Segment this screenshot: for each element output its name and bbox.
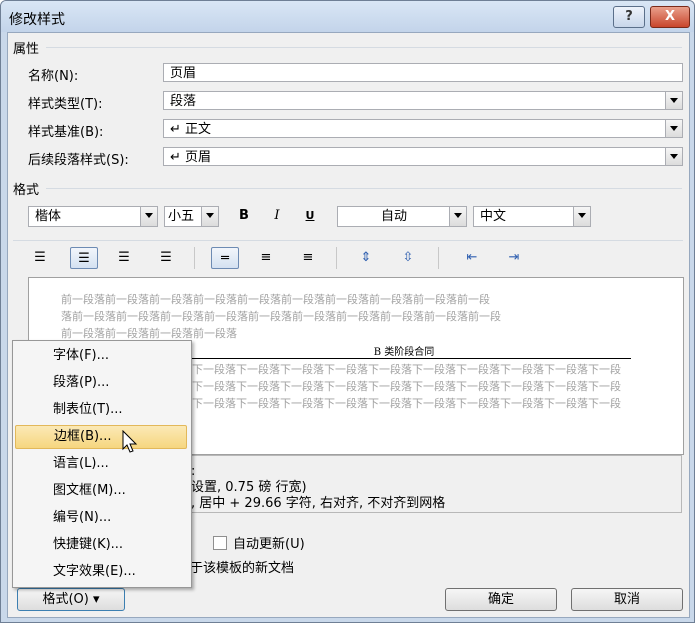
preview-sample-text: B 类阶段合同 [373,347,435,358]
preview-next-line-2: 段落下一段落下一段落下一段落下一段落下一段落下一段落下一段落下一段落下一段落下一… [189,380,621,393]
font-size-value: 小五 [168,209,195,224]
close-button[interactable]: X [650,6,690,28]
style-type-select[interactable]: 段落 [163,91,683,110]
preview-prev-line-1: 前一段落前一段落前一段落前一段落前一段落前一段落前一段落前一段落前一段落前一段 [61,293,490,306]
cancel-button[interactable]: 取消 [571,588,683,611]
format-menu-button[interactable]: 格式(O) ▾ [17,588,125,611]
increase-indent-icon[interactable]: ⇥ [502,247,526,269]
increase-para-spacing-icon[interactable]: ⇕ [354,247,378,269]
italic-button[interactable]: I [265,205,289,227]
auto-update-checkbox[interactable] [213,536,227,550]
auto-update-label: 自动更新(U) [233,537,305,552]
name-value: 页眉 [170,66,197,81]
dialog-title: 修改样式 [9,12,65,28]
menu-item-text-effects[interactable]: 文字效果(E)... [15,560,187,584]
underline-button[interactable]: U [298,205,322,227]
preview-border-line [179,358,631,359]
chevron-down-icon [449,207,466,226]
decrease-para-spacing-icon[interactable]: ⇳ [396,247,420,269]
bold-button[interactable]: B [232,205,256,227]
menu-item-tabs[interactable]: 制表位(T)... [15,398,187,422]
decrease-indent-icon[interactable]: ⇤ [460,247,484,269]
separator [438,247,439,269]
menu-item-numbering[interactable]: 编号(N)... [15,506,187,530]
style-based-on-select[interactable]: ↵ 正文 [163,119,683,138]
style-based-on-label: 样式基准(B): [28,125,104,140]
next-style-select[interactable]: ↵ 页眉 [163,147,683,166]
font-select[interactable]: 楷体 [28,206,158,227]
next-style-label: 后续段落样式(S): [28,153,129,168]
toolbar-divider [13,240,683,241]
menu-item-shortcut-key[interactable]: 快捷键(K)... [15,533,187,557]
help-button[interactable]: ? [613,6,645,28]
preview-prev-line-2: 落前一段落前一段落前一段落前一段落前一段落前一段落前一段落前一段落前一段落前一段 [61,310,501,323]
next-style-value: ↵ 页眉 [170,150,212,165]
format-group-label: 格式 [13,183,40,198]
script-value: 中文 [480,209,507,224]
menu-item-font[interactable]: 字体(F)... [15,344,187,368]
title-bar: 修改样式 ? X [1,1,694,32]
format-divider [46,188,682,189]
justify-icon[interactable]: ☰ [154,247,178,269]
properties-group-label: 属性 [13,42,40,57]
chevron-down-icon [573,207,590,226]
name-input[interactable]: 页眉 [163,63,683,82]
single-spacing-icon[interactable]: ═ [211,247,239,269]
template-option-label: 于该模板的新文档 [190,561,295,576]
menu-item-frame[interactable]: 图文框(M)... [15,479,187,503]
align-center-icon[interactable]: ☰ [70,247,98,269]
mouse-pointer-icon [122,430,138,453]
font-value: 楷体 [35,209,62,224]
font-color-select[interactable]: 自动 [337,206,467,227]
chevron-down-icon [201,207,218,226]
style-type-label: 样式类型(T): [28,97,103,112]
separator [194,247,195,269]
script-select[interactable]: 中文 [473,206,591,227]
double-spacing-icon[interactable]: ≡ [296,247,320,269]
chevron-down-icon [665,148,682,165]
menu-item-language[interactable]: 语言(L)... [15,452,187,476]
separator [336,247,337,269]
menu-item-paragraph[interactable]: 段落(P)... [15,371,187,395]
chevron-down-icon [665,92,682,109]
font-size-select[interactable]: 小五 [164,206,219,227]
ok-button[interactable]: 确定 [445,588,557,611]
style-based-on-value: ↵ 正文 [170,122,212,137]
chevron-down-icon [665,120,682,137]
name-label: 名称(N): [28,69,79,84]
properties-divider [46,47,682,48]
align-right-icon[interactable]: ☰ [112,247,136,269]
preview-next-line-1: 落下一段落下一段落下一段落下一段落下一段落下一段落下一段落下一段落下一段落下一段 [189,363,621,376]
preview-next-line-3: 段落下一段落下一段落下一段落下一段落下一段落下一段落下一段落下一段落下一段落下一… [189,397,621,410]
align-left-icon[interactable]: ☰ [28,247,52,269]
format-dropdown-menu: 字体(F)... 段落(P)... 制表位(T)... 边框(B)... 语言(… [12,340,192,588]
one-half-spacing-icon[interactable]: ≡ [254,247,278,269]
style-type-value: 段落 [170,94,197,109]
font-color-value: 自动 [380,209,407,224]
chevron-down-icon [140,207,157,226]
menu-item-border[interactable]: 边框(B)... [15,425,187,449]
